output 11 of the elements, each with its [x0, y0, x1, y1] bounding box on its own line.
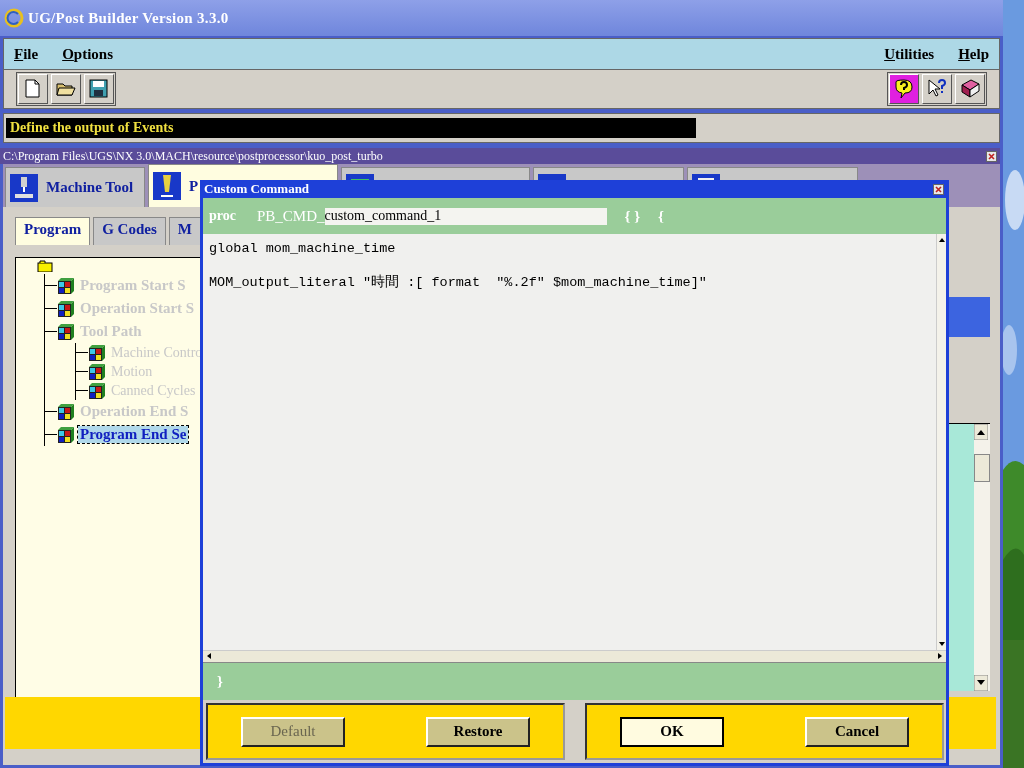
- code-line: MOM_output_literal "時間 :[ format "%.2f" $mom_machine_time]": [209, 274, 708, 291]
- open-brace: {: [658, 207, 665, 225]
- code-line: global mom_machine_time: [209, 240, 397, 257]
- close-brace: }: [217, 673, 223, 690]
- args-braces: { }: [624, 207, 641, 225]
- proc-label: proc: [209, 208, 237, 224]
- file-path: C:\Program Files\UGS\NX 3.0\MACH\resource\postprocessor\kuo_post_turbo: [3, 148, 383, 164]
- window-title: UG/Post Builder Version 3.3.0: [28, 9, 229, 27]
- name-prefix: PB_CMD_: [257, 207, 325, 225]
- dialog-title: Custom Command: [204, 181, 310, 197]
- status-message: Define the output of Events: [6, 118, 696, 138]
